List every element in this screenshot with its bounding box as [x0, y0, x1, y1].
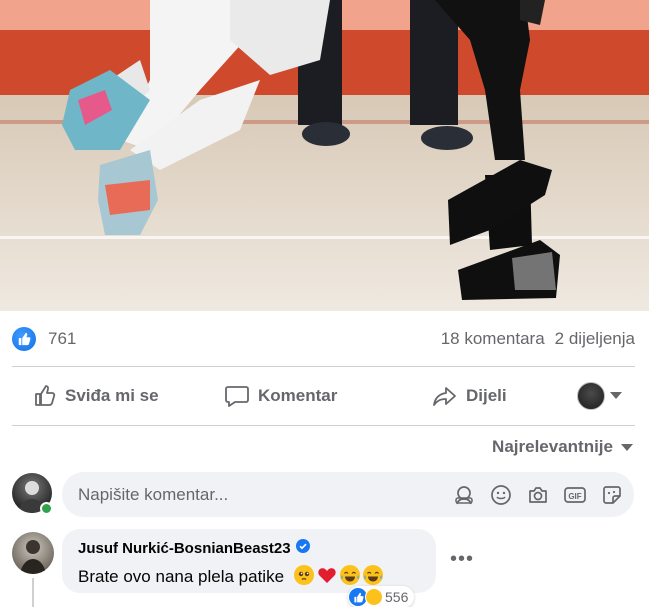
comment-text: Brate ovo nana plela patike	[78, 565, 383, 587]
post-photo[interactable]	[0, 0, 649, 311]
sticker-icon[interactable]	[600, 483, 624, 507]
post-actions: Sviđa mi se Komentar Dijeli	[0, 367, 649, 425]
tears-of-joy-icon	[362, 565, 383, 585]
red-heart-icon	[317, 565, 337, 585]
avatar	[577, 382, 605, 410]
caret-down-icon	[621, 437, 633, 457]
comments-count[interactable]: 18 komentara	[441, 329, 545, 349]
comment-reactions[interactable]: 556	[348, 586, 415, 607]
like-count[interactable]: 761	[48, 329, 76, 349]
commenter-avatar[interactable]	[12, 532, 54, 574]
like-button[interactable]: Sviđa mi se	[33, 379, 159, 413]
comment-more-options-button[interactable]: •••	[450, 548, 474, 571]
share-label: Dijeli	[466, 386, 507, 405]
caret-down-icon	[610, 392, 622, 400]
comment-text-body: Brate ovo nana plela patike	[78, 567, 285, 586]
avatar-sticker-icon[interactable]	[452, 483, 476, 507]
divider	[12, 425, 635, 426]
author-name[interactable]: Jusuf Nurkić-BosnianBeast23	[78, 540, 291, 557]
share-button[interactable]: Dijeli	[432, 379, 507, 413]
haha-reaction-icon	[365, 588, 383, 606]
comment-button[interactable]: Komentar	[224, 379, 337, 413]
comment-input[interactable]	[78, 472, 438, 517]
online-status-indicator	[40, 502, 53, 515]
pleading-face-icon	[293, 565, 314, 585]
comment-sort-dropdown[interactable]: Najrelevantnije	[492, 437, 633, 457]
gif-icon[interactable]: GIF	[563, 483, 587, 507]
thumbs-up-icon	[33, 384, 57, 408]
verified-badge-icon	[295, 539, 310, 557]
post-as-selector[interactable]	[577, 379, 622, 413]
like-reaction-icon[interactable]	[12, 327, 36, 351]
shares-count[interactable]: 2 dijeljenja	[555, 329, 635, 349]
svg-text:GIF: GIF	[568, 492, 581, 501]
comment-author[interactable]: Jusuf Nurkić-BosnianBeast23	[78, 539, 310, 557]
reactions-summary: 761 18 komentara 2 dijeljenja	[0, 311, 649, 366]
like-label: Sviđa mi se	[65, 386, 159, 405]
camera-icon[interactable]	[526, 483, 550, 507]
tears-of-joy-icon	[339, 565, 360, 585]
comment-bubble-icon	[224, 384, 250, 408]
sort-label: Najrelevantnije	[492, 437, 613, 456]
comment-bubble: Jusuf Nurkić-BosnianBeast23 Brate ovo na…	[62, 529, 436, 593]
share-arrow-icon	[432, 384, 458, 408]
comment-reaction-count: 556	[385, 589, 409, 605]
emoji-icon[interactable]	[489, 483, 513, 507]
comment-composer: GIF	[62, 472, 634, 517]
comment-label: Komentar	[258, 386, 338, 405]
thread-line	[32, 578, 34, 607]
